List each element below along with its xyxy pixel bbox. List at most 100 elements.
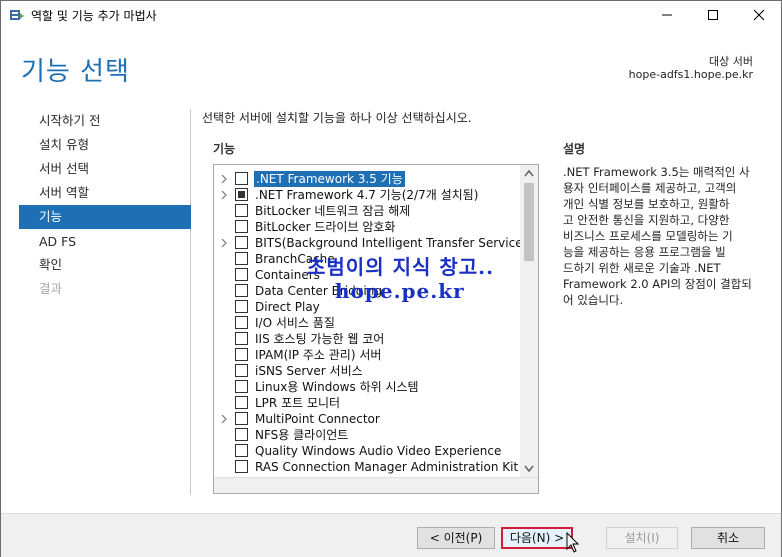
feature-row[interactable]: I/O 서비스 품질	[214, 315, 520, 331]
feature-checkbox[interactable]	[235, 236, 248, 249]
page-title: 기능 선택	[21, 57, 130, 87]
features-tree[interactable]: .NET Framework 3.5 기능 .NET Framework 4.7 …	[213, 164, 539, 494]
instruction-text: 선택한 서버에 설치할 기능을 하나 이상 선택하십시오.	[202, 111, 472, 125]
minimize-button[interactable]	[644, 1, 690, 29]
feature-label[interactable]: LPR 포트 모니터	[255, 395, 340, 411]
feature-row[interactable]: IPAM(IP 주소 관리) 서버	[214, 347, 520, 363]
feature-checkbox[interactable]	[235, 348, 248, 361]
scroll-up-icon[interactable]	[524, 169, 534, 177]
feature-row[interactable]: .NET Framework 4.7 기능(2/7개 설치됨)	[214, 187, 520, 203]
watermark-url: hope.pe.kr	[335, 279, 465, 303]
close-button[interactable]	[736, 1, 782, 29]
feature-label[interactable]: BitLocker 네트워크 잠금 해제	[255, 203, 410, 219]
scroll-down-icon[interactable]	[524, 465, 534, 473]
feature-label[interactable]: .NET Framework 4.7 기능(2/7개 설치됨)	[255, 187, 478, 203]
feature-row[interactable]: MultiPoint Connector	[214, 411, 520, 427]
feature-description: .NET Framework 3.5는 매력적인 사 용자 인터페이스를 제공하…	[563, 164, 763, 308]
feature-label[interactable]: IPAM(IP 주소 관리) 서버	[255, 347, 381, 363]
wizard-window: 역할 및 기능 추가 마법사 기능 선택 대상 서버 hope-adfs1.ho…	[0, 0, 782, 557]
destination-server-label: 대상 서버	[709, 55, 753, 68]
feature-row[interactable]: RAS Connection Manager Administration Ki…	[214, 459, 520, 475]
feature-row[interactable]: BitLocker 네트워크 잠금 해제	[214, 203, 520, 219]
feature-label[interactable]: RAS Connection Manager Administration Ki…	[255, 459, 520, 475]
scrollbar-thumb[interactable]	[524, 183, 534, 261]
feature-label[interactable]: Direct Play	[255, 299, 320, 315]
close-icon	[753, 9, 765, 21]
feature-checkbox[interactable]	[235, 460, 248, 473]
sidebar-item-features[interactable]: 기능	[19, 205, 191, 229]
sidebar-item-ad-fs[interactable]: AD FS	[19, 230, 191, 254]
feature-checkbox[interactable]	[235, 316, 248, 329]
expand-arrow-icon[interactable]	[220, 238, 228, 248]
wizard-footer: < 이전(P) 다음(N) > 설치(I) 취소	[1, 513, 781, 557]
feature-checkbox[interactable]	[235, 252, 248, 265]
description-line: 드하기 위한 새로운 기술과 .NET	[563, 261, 721, 275]
cancel-button[interactable]: 취소	[691, 527, 765, 549]
description-line: 용자 인터페이스를 제공하고, 고객의	[563, 181, 737, 195]
features-column-label: 기능	[213, 142, 236, 156]
description-line: 개인 식별 정보를 보호하고, 원활하	[563, 197, 730, 211]
feature-checkbox[interactable]	[235, 412, 248, 425]
sidebar-item-server-selection[interactable]: 서버 선택	[19, 157, 191, 181]
feature-checkbox[interactable]	[235, 204, 248, 217]
description-line: 고 안전한 통신을 지원하고, 다양한	[563, 213, 730, 227]
feature-label[interactable]: Quality Windows Audio Video Experience	[255, 443, 501, 459]
feature-row[interactable]: Quality Windows Audio Video Experience	[214, 443, 520, 459]
maximize-button[interactable]	[690, 1, 736, 29]
mouse-cursor-icon	[566, 532, 580, 553]
feature-row[interactable]: .NET Framework 3.5 기능	[214, 171, 520, 187]
server-manager-icon	[9, 7, 25, 23]
description-column-label: 설명	[563, 142, 586, 156]
feature-checkbox[interactable]	[235, 444, 248, 457]
feature-row[interactable]: Linux용 Windows 하위 시스템	[214, 379, 520, 395]
feature-label[interactable]: NFS용 클라이언트	[255, 427, 348, 443]
install-button: 설치(I)	[606, 527, 678, 549]
description-line: 능을 제공하는 응용 프로그램을 빌	[563, 245, 726, 259]
previous-button[interactable]: < 이전(P)	[417, 527, 495, 549]
minimize-icon	[662, 14, 672, 16]
feature-checkbox[interactable]	[235, 268, 248, 281]
feature-label[interactable]: IIS 호스팅 가능한 웹 코어	[255, 331, 384, 347]
expand-arrow-icon[interactable]	[220, 414, 228, 424]
feature-row[interactable]: BitLocker 드라이브 암호화	[214, 219, 520, 235]
feature-checkbox[interactable]	[235, 220, 248, 233]
feature-row[interactable]: BITS(Background Intelligent Transfer Ser…	[214, 235, 520, 251]
feature-label[interactable]: Linux용 Windows 하위 시스템	[255, 379, 419, 395]
description-line: Framework 2.0 API의 장점이 결합되	[563, 277, 752, 291]
wizard-steps-sidebar: 시작하기 전 설치 유형 서버 선택 서버 역할 기능 AD FS 확인 결과	[19, 109, 191, 495]
feature-label[interactable]: MultiPoint Connector	[255, 411, 380, 427]
feature-row[interactable]: LPR 포트 모니터	[214, 395, 520, 411]
sidebar-item-server-roles[interactable]: 서버 역할	[19, 181, 191, 205]
destination-server-name: hope-adfs1.hope.pe.kr	[628, 68, 753, 81]
title-bar[interactable]: 역할 및 기능 추가 마법사	[1, 1, 781, 29]
feature-checkbox[interactable]	[235, 396, 248, 409]
feature-row[interactable]: NFS용 클라이언트	[214, 427, 520, 443]
horizontal-scrollbar[interactable]	[214, 477, 538, 493]
sidebar-item-installation-type[interactable]: 설치 유형	[19, 133, 191, 157]
feature-label[interactable]: .NET Framework 3.5 기능	[254, 171, 405, 187]
feature-row[interactable]: IIS 호스팅 가능한 웹 코어	[214, 331, 520, 347]
feature-checkbox[interactable]	[235, 364, 248, 377]
maximize-icon	[708, 10, 718, 20]
description-line: 비즈니스 프로세스를 모델링하는 기	[563, 229, 733, 243]
description-line: 어 있습니다.	[563, 293, 624, 307]
expand-arrow-icon[interactable]	[220, 174, 228, 184]
feature-checkbox[interactable]	[235, 172, 248, 185]
feature-checkbox[interactable]	[235, 188, 248, 201]
expand-arrow-icon[interactable]	[220, 190, 228, 200]
sidebar-item-confirmation[interactable]: 확인	[19, 253, 191, 277]
feature-label[interactable]: iSNS Server 서비스	[255, 363, 363, 379]
feature-label[interactable]: BitLocker 드라이브 암호화	[255, 219, 395, 235]
feature-checkbox[interactable]	[235, 380, 248, 393]
feature-checkbox[interactable]	[235, 428, 248, 441]
sidebar-item-before-you-begin[interactable]: 시작하기 전	[19, 109, 191, 133]
feature-checkbox[interactable]	[235, 332, 248, 345]
description-line: .NET Framework 3.5는 매력적인 사	[563, 165, 750, 179]
feature-checkbox[interactable]	[235, 300, 248, 313]
feature-label[interactable]: I/O 서비스 품질	[255, 315, 335, 331]
feature-checkbox[interactable]	[235, 284, 248, 297]
vertical-scrollbar[interactable]	[520, 165, 538, 477]
next-button[interactable]: 다음(N) >	[501, 527, 573, 549]
feature-label[interactable]: BITS(Background Intelligent Transfer Ser…	[255, 235, 520, 251]
feature-row[interactable]: iSNS Server 서비스	[214, 363, 520, 379]
